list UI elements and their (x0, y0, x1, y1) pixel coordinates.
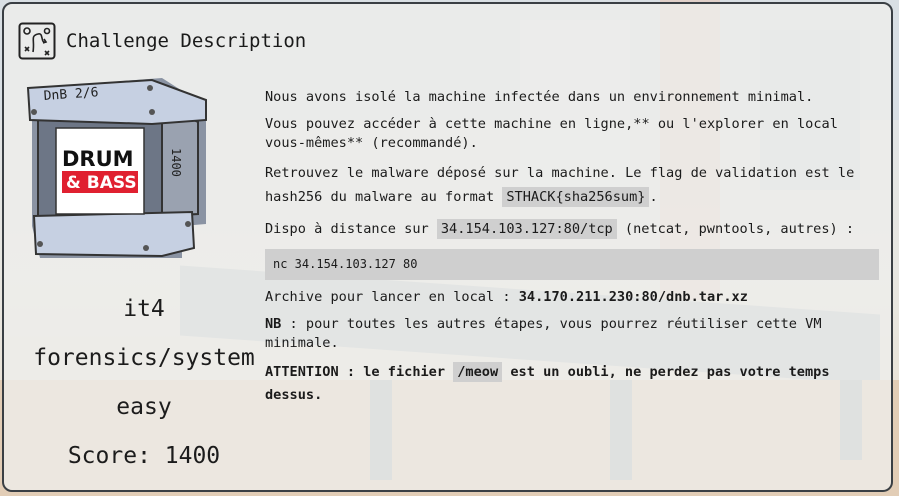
netcat-command-block[interactable]: nc 34.154.103.127 80 (265, 249, 879, 280)
desc-paragraph-4-end: (netcat, pwntools, autres) : (616, 221, 855, 237)
challenge-description: Nous avons isolé la machine infectée dan… (265, 88, 879, 415)
nb-label: NB (265, 316, 282, 332)
drum-and-bass-badge-image: DnB 2/6 1400 DRUM & BASS (26, 78, 207, 258)
desc-paragraph-5: Archive pour lancer en local : 34.170.21… (265, 288, 879, 307)
challenge-author: it4 (123, 296, 165, 322)
badge-side-text: 1400 (169, 148, 183, 177)
remote-address-code: 34.154.103.127:80/tcp (436, 219, 617, 239)
desc-paragraph-4-text: Dispo à distance sur (265, 221, 437, 237)
badge-logo-bass: & BASS (66, 173, 137, 193)
challenge-category: forensics/system (33, 345, 255, 371)
challenge-badge: DnB 2/6 1400 DRUM & BASS (22, 76, 222, 266)
archive-address: 34.170.211.230:80/dnb.tar.xz (518, 289, 748, 305)
meow-file-code: /meow (453, 362, 503, 382)
badge-logo-drum: DRUM (62, 147, 134, 171)
attention-text: ATTENTION : le fichier (265, 364, 454, 380)
desc-paragraph-6: NB : pour toutes les autres étapes, vous… (265, 315, 879, 353)
desc-paragraph-6-text: : pour toutes les autres étapes, vous po… (265, 316, 822, 351)
desc-paragraph-7: ATTENTION : le fichier /meow est un oubl… (265, 361, 879, 407)
modal-title: Challenge Description (66, 30, 307, 52)
desc-paragraph-5-text: Archive pour lancer en local : (265, 289, 519, 305)
desc-paragraph-3-end: . (649, 189, 658, 205)
flag-format-code: STHACK{sha256sum} (502, 187, 650, 207)
challenge-modal: Challenge Description DnB 2/6 1400 DRUM … (2, 2, 893, 492)
desc-paragraph-1: Nous avons isolé la machine infectée dan… (265, 89, 814, 105)
modal-header: Challenge Description (18, 20, 306, 62)
desc-paragraph-4: Dispo à distance sur 34.154.103.127:80/t… (265, 217, 879, 241)
desc-paragraph-2: Vous pouvez accéder à cette machine en l… (265, 116, 838, 151)
challenge-score: Score: 1400 (67, 443, 221, 469)
challenge-difficulty: easy (116, 394, 172, 420)
strategy-board-icon (18, 22, 56, 60)
desc-paragraph-3: Retrouvez le malware déposé sur la machi… (265, 161, 879, 209)
